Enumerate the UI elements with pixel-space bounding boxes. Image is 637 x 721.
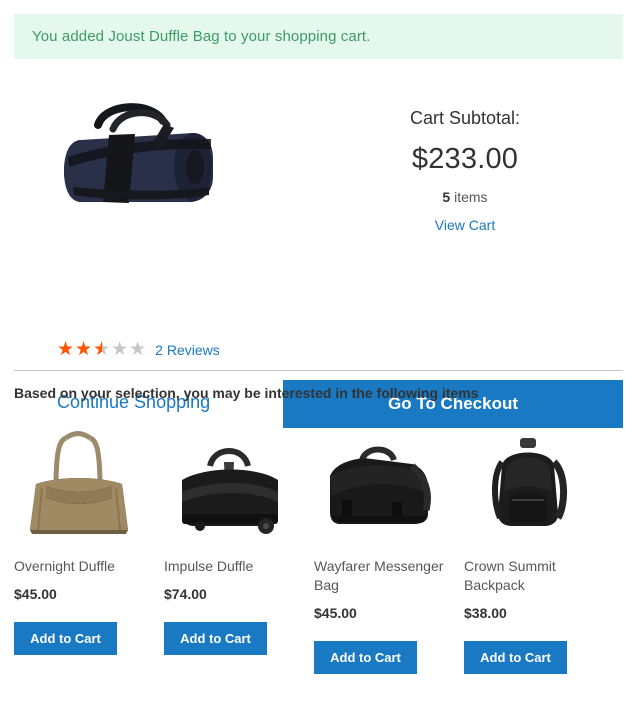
cart-items-count: 5 items [330,189,600,205]
crosssell-product-grid: Overnight Duffle $45.00 Add to Cart Impuls… [14,415,634,715]
success-message-banner: You added Joust Duffle Bag to your shopp… [14,14,623,59]
add-to-cart-button[interactable]: Add to Cart [464,640,567,674]
cart-summary-section: ★★★★★ ★★★★★ 2 Reviews Cart Subtotal: $23… [0,80,637,428]
product-image-duffle-bag [43,95,233,245]
product-price: $74.00 [164,585,207,602]
crosssell-product-item: Overnight Duffle $45.00 Add to Cart [14,415,164,655]
product-thumbnail-black-wheeled-duffle[interactable] [164,415,294,547]
product-name-link[interactable]: Crown Summit Backpack [464,557,596,595]
cart-items-word: items [454,189,488,205]
cart-subtotal-amount: $233.00 [411,143,519,175]
product-thumbnail-black-backpack[interactable] [464,415,594,547]
crosssell-product-item: Crown Summit Backpack $38.00 Add to Cart [464,415,614,674]
view-cart-link[interactable]: View Cart [435,217,495,233]
product-rating: ★★★★★ ★★★★★ 2 Reviews [57,340,220,359]
add-to-cart-button[interactable]: Add to Cart [14,621,117,655]
review-count-link[interactable]: 2 Reviews [155,342,220,358]
add-to-cart-confirmation-page: You added Joust Duffle Bag to your shopp… [0,0,637,721]
star-rating-filled: ★★★★★ [57,340,102,359]
product-thumbnail-tan-tote-bag[interactable] [14,415,144,547]
product-name-link[interactable]: Wayfarer Messenger Bag [314,557,446,595]
product-price: $38.00 [464,604,507,621]
star-rating-icon: ★★★★★ ★★★★★ [57,340,147,359]
section-divider [14,370,623,371]
product-name-link[interactable]: Overnight Duffle [14,557,146,576]
cart-items-number: 5 [442,189,451,205]
product-thumbnail-black-messenger-bag[interactable] [314,415,444,547]
cart-subtotal-block: Cart Subtotal: $233.00 5 items View Cart [330,108,600,235]
product-name-link[interactable]: Impulse Duffle [164,557,296,576]
product-price: $45.00 [314,604,357,621]
cart-subtotal-label: Cart Subtotal: [409,108,521,128]
product-price: $45.00 [14,585,57,602]
crosssell-heading: Based on your selection, you may be inte… [14,385,479,401]
add-to-cart-button[interactable]: Add to Cart [164,621,267,655]
crosssell-product-item: Wayfarer Messenger Bag $45.00 Add to Cart [314,415,464,674]
crosssell-product-item: Impulse Duffle $74.00 Add to Cart [164,415,314,655]
add-to-cart-button[interactable]: Add to Cart [314,640,417,674]
success-message-text: You added Joust Duffle Bag to your shopp… [32,28,371,45]
